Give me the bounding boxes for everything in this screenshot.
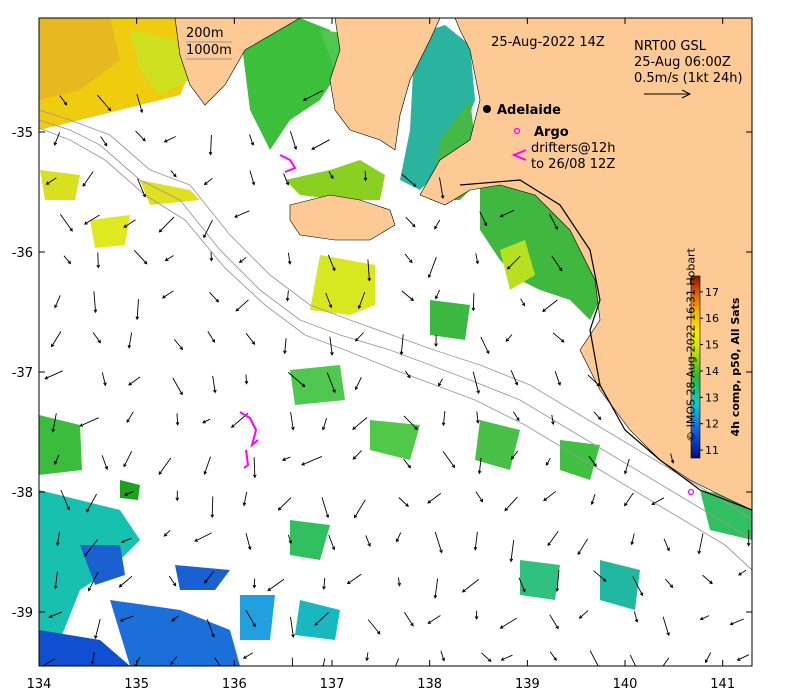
colorbar-tick-label: 16 bbox=[705, 312, 719, 325]
map-title: 25-Aug-2022 14Z bbox=[491, 35, 605, 50]
y-tick-label: -35 bbox=[12, 126, 33, 141]
x-tick-label: 140 bbox=[613, 677, 638, 692]
colorbar-tick-label: 13 bbox=[705, 391, 719, 404]
colorbar-tick-label: 11 bbox=[705, 444, 719, 457]
sst-map: 134 135 136 137 138 139 140 141 -35 -36 -37 -38 -39… bbox=[12, 17, 753, 692]
y-tick-label: -36 bbox=[12, 246, 33, 261]
y-tick-label: -38 bbox=[12, 486, 33, 501]
x-tick-label: 136 bbox=[222, 677, 247, 692]
x-tick-label: 134 bbox=[27, 677, 52, 692]
city-marker bbox=[483, 105, 491, 113]
isobath-1000m-label: 1000m bbox=[186, 43, 232, 58]
drifter-legend-line2: to 26/08 12Z bbox=[531, 157, 615, 172]
city-label: Adelaide bbox=[497, 103, 561, 118]
model-name: NRT00 GSL bbox=[634, 39, 707, 54]
y-tick-label: -37 bbox=[12, 366, 33, 381]
x-tick-label: 138 bbox=[417, 677, 442, 692]
x-tick-label: 135 bbox=[124, 677, 149, 692]
x-tick-label: 137 bbox=[320, 677, 345, 692]
drifter-legend-line1: drifters@12h bbox=[531, 141, 616, 156]
x-tick-label: 139 bbox=[515, 677, 540, 692]
colorbar-tick-label: 15 bbox=[705, 339, 719, 352]
colorbar-tick-label: 12 bbox=[705, 418, 719, 431]
isobath-200m-label: 200m bbox=[186, 26, 223, 41]
colorbar-tick-label: 17 bbox=[705, 286, 719, 299]
model-time: 25-Aug 06:00Z bbox=[634, 55, 731, 70]
credit-text: © IMOS 28-Aug-2022 16:31 Hobart bbox=[684, 248, 698, 442]
colorbar-label: 4h comp, p50, All Sats bbox=[729, 297, 742, 436]
x-tick-label: 141 bbox=[710, 677, 735, 692]
model-scale: 0.5m/s (1kt 24h) bbox=[634, 71, 743, 86]
y-tick-label: -39 bbox=[12, 606, 33, 621]
colorbar-tick-label: 14 bbox=[705, 365, 719, 378]
argo-legend-label: Argo bbox=[534, 125, 569, 140]
